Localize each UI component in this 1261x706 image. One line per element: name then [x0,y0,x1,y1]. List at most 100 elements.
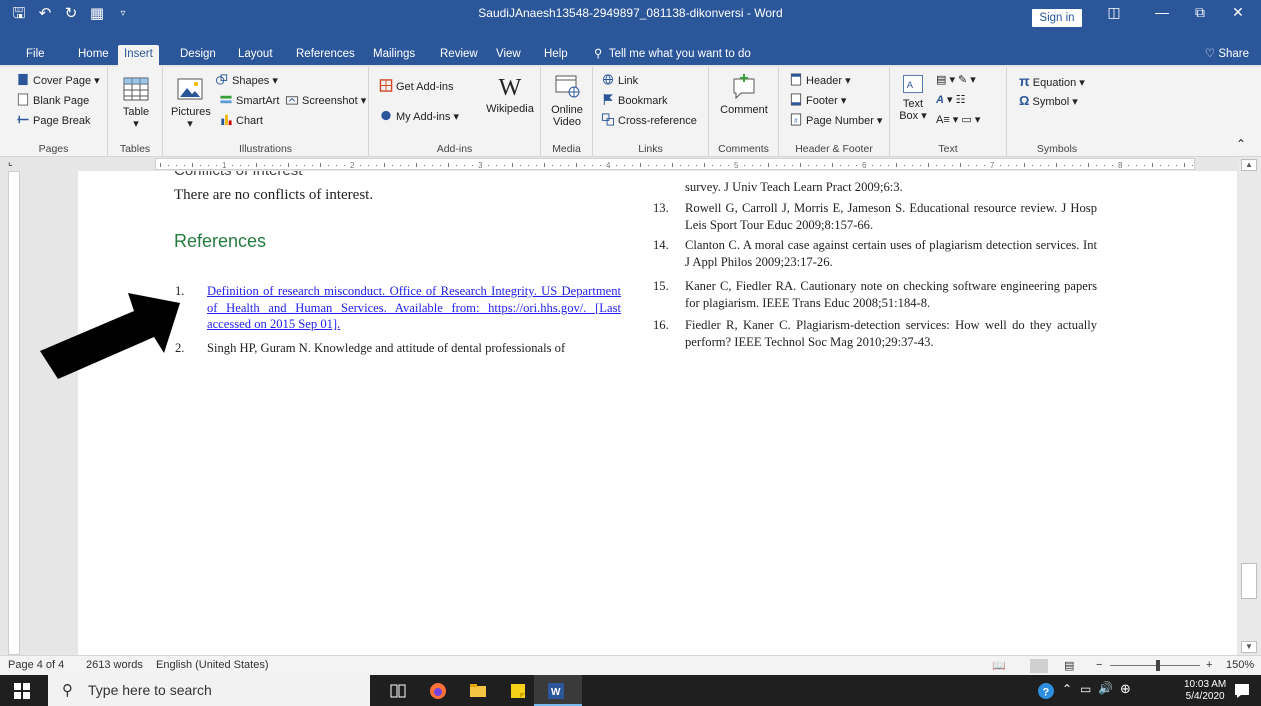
task-view-icon[interactable] [388,681,408,701]
my-addins-button[interactable]: My Add-ins ▾ [379,109,459,123]
web-layout-icon[interactable]: ▤ [1064,659,1074,672]
wordart-icon[interactable]: A ▾ ☷ [936,93,965,106]
share-button[interactable]: ♡ Share [1205,45,1249,63]
show-hidden-icons-icon[interactable]: ⌃ [1062,682,1072,696]
notifications-icon[interactable] [1232,681,1252,701]
tab-review[interactable]: Review [434,45,484,67]
header-icon [790,73,802,86]
reference-1[interactable]: 1. Definition of research misconduct. Of… [175,283,621,333]
drop-cap-icon[interactable]: A≡ ▾ ▭ ▾ [936,113,980,126]
battery-icon[interactable]: ▭ [1080,682,1091,696]
group-label-symbols: Symbols [1036,143,1078,155]
chart-icon [221,114,232,126]
blank-page-button[interactable]: Blank Page [16,93,89,107]
zoom-level[interactable]: 150% [1226,659,1254,671]
link-icon [602,74,614,85]
symbol-button[interactable]: Ω Symbol ▾ [1019,93,1078,108]
reference-2: 2. Singh HP, Guram N. Knowledge and atti… [175,341,566,355]
store-icon [379,79,393,92]
zoom-in-icon[interactable]: + [1206,659,1212,671]
wikipedia-button[interactable]: W Wikipedia [485,73,535,115]
volume-icon[interactable]: 🔊 [1098,681,1113,695]
tab-references[interactable]: References [290,45,361,67]
shapes-button[interactable]: Shapes ▾ [215,73,278,87]
tab-view[interactable]: View [490,45,527,67]
read-mode-icon[interactable]: 📖 [992,659,1006,672]
screenshot-button[interactable]: Screenshot ▾ [285,93,366,107]
sticky-notes-icon[interactable] [508,681,528,701]
tab-mailings[interactable]: Mailings [367,45,421,67]
text-box-icon: A [903,74,923,94]
collapse-ribbon-icon[interactable]: ⌃ [1236,137,1246,151]
search-icon: ⚲ [62,682,73,699]
tab-insert[interactable]: Insert [118,45,159,67]
word-count[interactable]: 2613 words [86,659,143,671]
scroll-up-icon[interactable]: ▲ [1241,159,1257,171]
online-video-button[interactable]: Online Video [547,73,587,128]
horizontal-ruler[interactable]: 1 2 3 4 5 6 7 8 [155,158,1195,170]
tab-file[interactable]: File [20,45,51,67]
cover-page-button[interactable]: Cover Page ▾ [16,73,100,87]
group-label-addins: Add-ins [436,143,473,155]
tab-layout[interactable]: Layout [232,45,279,67]
vertical-ruler[interactable] [8,171,20,655]
document-page[interactable]: Conflicts of Interest There are no confl… [78,171,1237,655]
svg-text:2: 2 [350,161,355,170]
language-indicator[interactable]: English (United States) [156,659,269,671]
restore-button[interactable]: ⧉ [1180,0,1220,24]
tab-help[interactable]: Help [538,45,574,67]
text-box-button[interactable]: A Text Box ▾ [896,73,930,122]
word-taskbar-button[interactable]: W [534,675,582,706]
tab-selector-icon[interactable]: ⌞ [8,157,13,168]
get-addins-button[interactable]: Get Add-ins [379,79,453,93]
smartart-icon [220,95,232,104]
link-button[interactable]: Link [601,73,638,87]
footer-button[interactable]: Footer ▾ [789,93,846,107]
minimize-button[interactable]: — [1142,0,1182,24]
tab-home[interactable]: Home [72,45,115,67]
firefox-icon[interactable] [428,681,448,701]
help-icon[interactable]: ? [1036,681,1056,701]
chart-button[interactable]: Chart [219,113,263,127]
group-label-illustrations: Illustrations [238,143,293,155]
comment-button[interactable]: Comment [719,73,769,116]
taskbar-clock[interactable]: 10:03 AM 5/4/2020 [1184,679,1226,703]
taskbar-search-box[interactable]: ⚲ Type here to search [48,675,370,706]
quick-parts-icon[interactable]: ▤ ▾ ✎ ▾ [936,73,976,86]
svg-text:#: # [794,117,798,124]
zoom-out-icon[interactable]: − [1096,659,1102,671]
zoom-slider-thumb[interactable] [1156,660,1160,671]
ribbon-tabs: File Home Insert Design Layout Reference… [0,45,1261,67]
page-count[interactable]: Page 4 of 4 [8,659,64,671]
addins-icon [381,110,391,121]
scroll-thumb[interactable] [1241,563,1257,599]
pi-icon: π [1019,73,1030,89]
tab-design[interactable]: Design [174,45,222,67]
page-number-icon: # [790,113,802,126]
page-break-button[interactable]: Page Break [16,113,90,127]
print-layout-icon[interactable] [1030,659,1048,673]
pictures-button[interactable]: Pictures ▾ [171,75,211,130]
table-button[interactable]: Table ▾ [118,75,154,130]
zoom-slider[interactable] [1110,665,1200,666]
page-number-button[interactable]: # Page Number ▾ [789,113,882,127]
file-explorer-icon[interactable] [468,681,488,701]
bookmark-button[interactable]: Bookmark [601,93,668,107]
network-icon[interactable]: ⊕ [1120,681,1131,697]
equation-button[interactable]: π Equation ▾ [1019,73,1085,89]
tell-me-search[interactable]: ⚲ Tell me what you want to do [594,45,751,63]
windows-start-icon[interactable] [14,683,30,699]
vertical-scrollbar[interactable]: ▲ ▼ [1237,157,1261,655]
group-label-links: Links [638,143,663,155]
smartart-button[interactable]: SmartArt [219,93,279,107]
ribbon-display-options-icon[interactable]: ◫ [1094,0,1134,24]
svg-text:6: 6 [862,161,867,170]
header-button[interactable]: Header ▾ [789,73,851,87]
group-label-header-footer: Header & Footer [795,143,873,155]
reference-1-link[interactable]: Definition of research misconduct. Offic… [207,284,621,331]
scroll-down-icon[interactable]: ▼ [1241,641,1257,653]
sign-in-button[interactable]: Sign in [1032,9,1082,27]
cross-reference-button[interactable]: Cross-reference [601,113,697,127]
close-button[interactable]: ✕ [1218,0,1258,24]
lightbulb-icon: ⚲ [594,48,603,60]
